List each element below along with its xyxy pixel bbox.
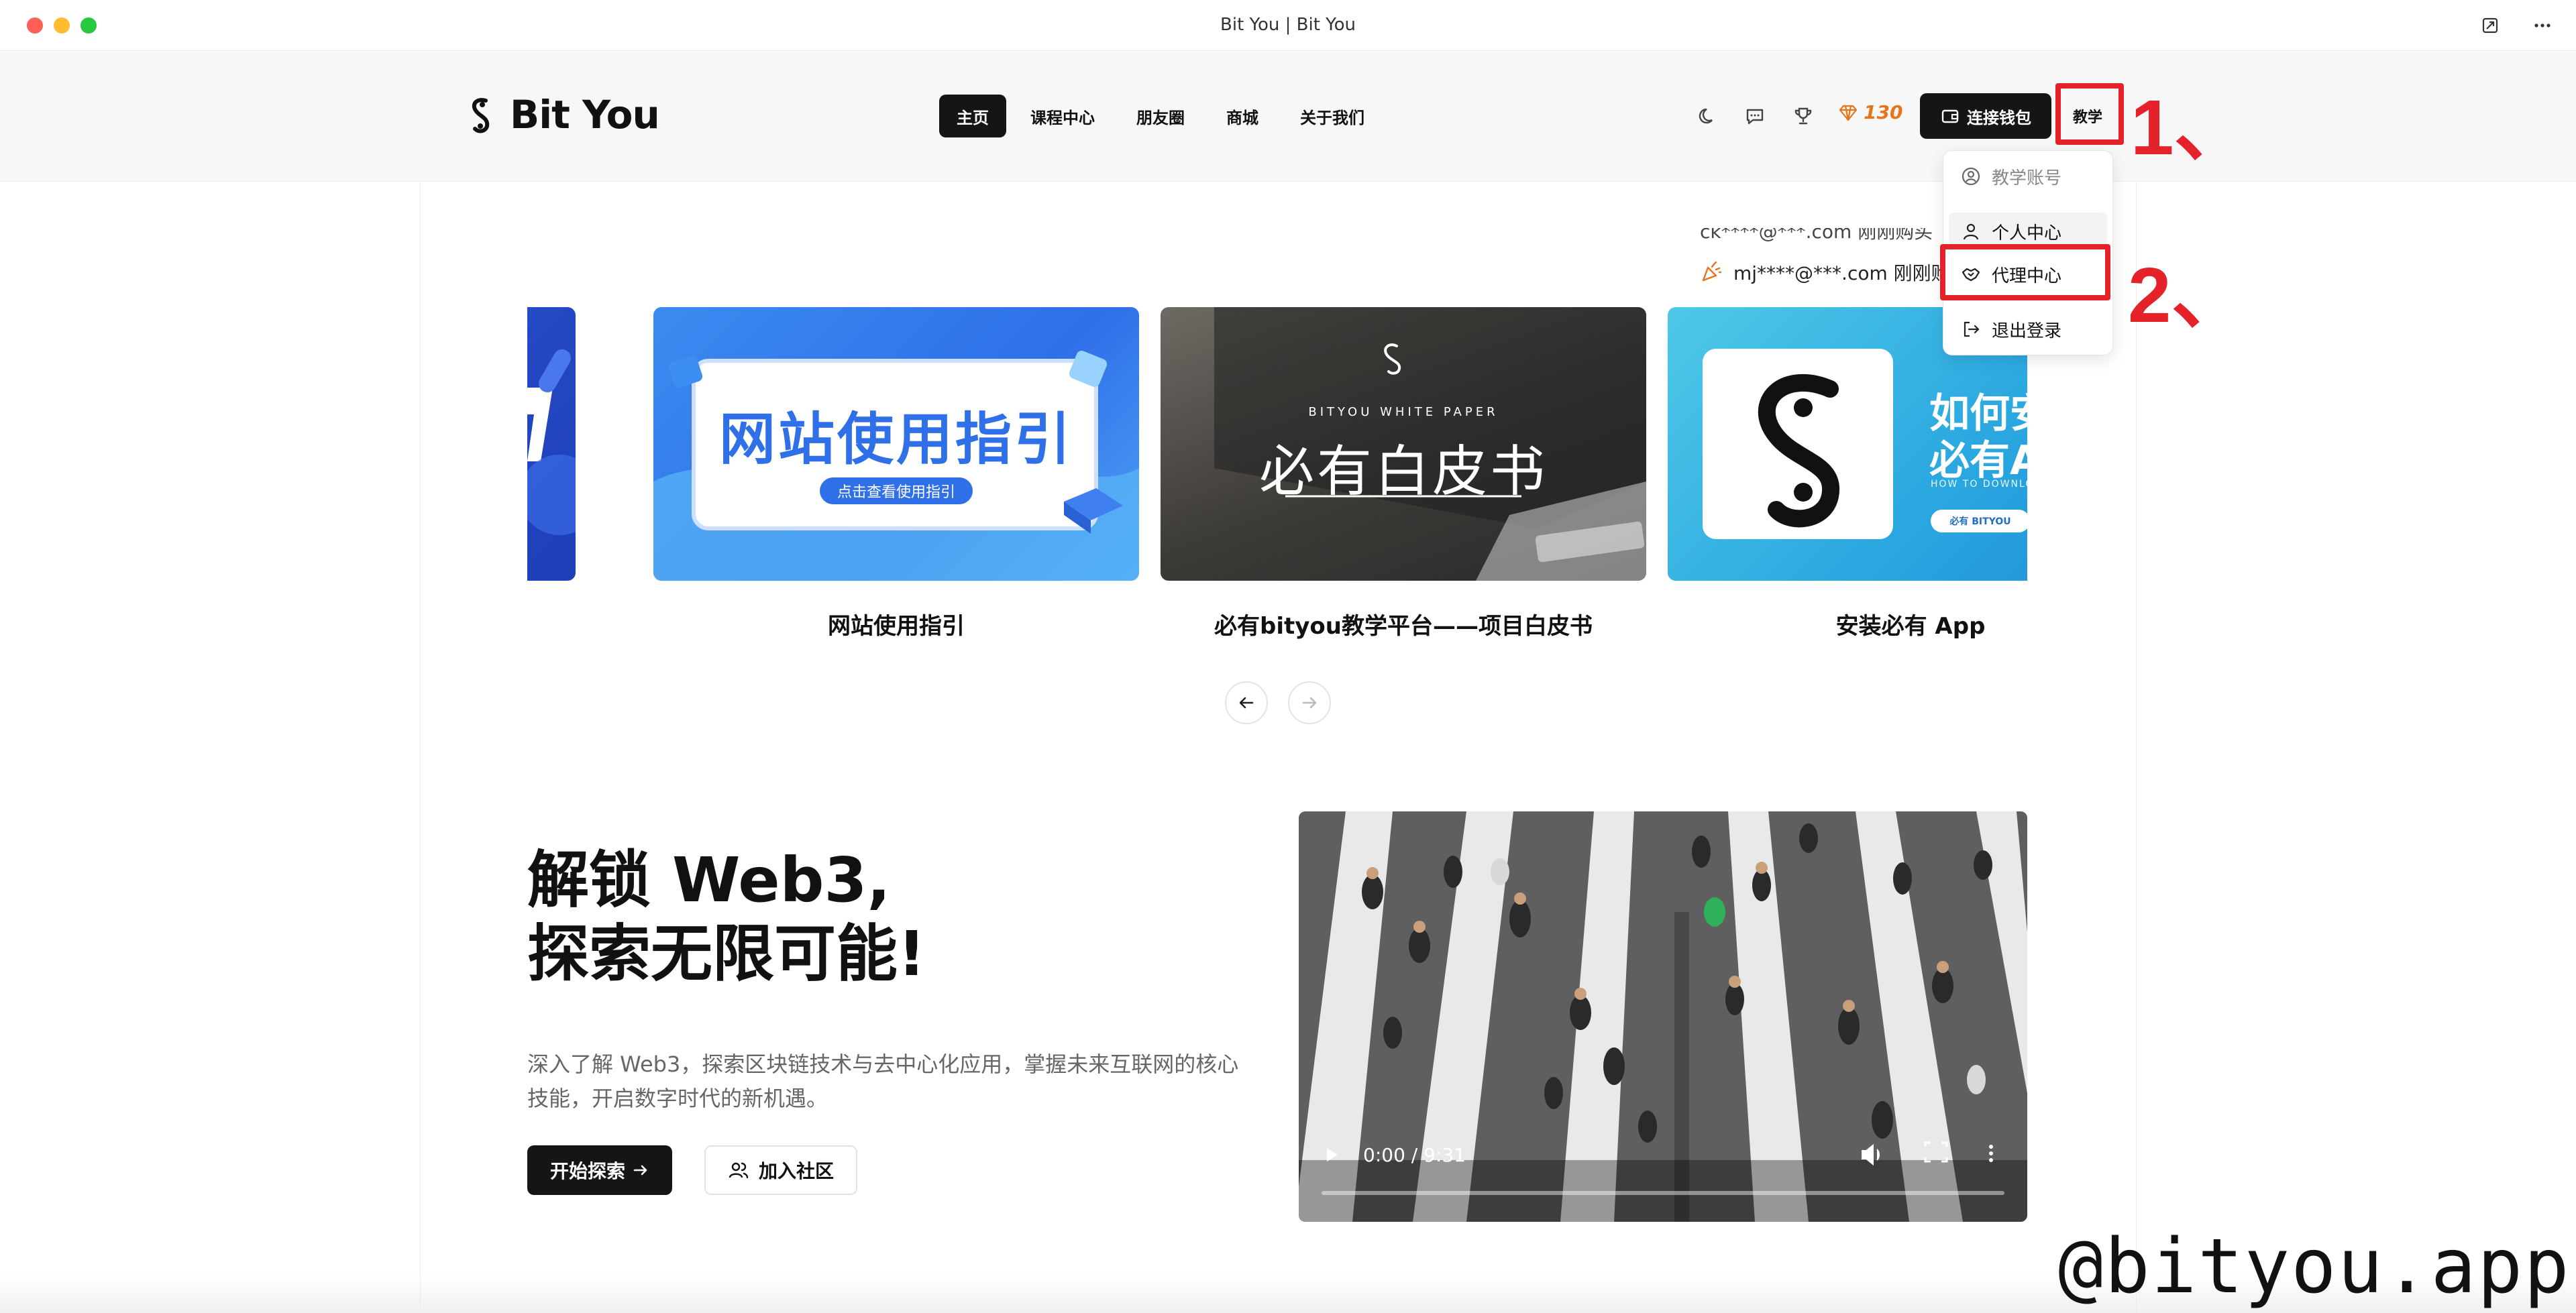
nav-shop[interactable]: 商城 [1209, 95, 1276, 137]
connect-wallet-button[interactable]: 连接钱包 [1920, 93, 2051, 139]
banner-carousel: 网站使用指引 点击查看使用指引 网站使用指引 BITYOU WHITE PAPE… [527, 307, 2027, 656]
arrow-left-icon [1239, 697, 1254, 709]
whitepaper-title: 必有白皮书 [1258, 440, 1548, 504]
annotation-box-1 [2055, 83, 2124, 145]
diamond-icon [1839, 105, 1858, 121]
window-title: Bit You | Bit You [1220, 15, 1356, 35]
install-banner-small: HOW TO DOWNLOAD BITYOU [1931, 479, 2027, 490]
message-icon[interactable] [1737, 99, 1772, 133]
annotation-box-2 [1940, 244, 2110, 300]
window-titlebar: Bit You | Bit You [0, 0, 2576, 51]
dropdown-label-teaching-account: 教学账号 [1992, 168, 2062, 188]
points-balance[interactable]: 130 [1838, 101, 1902, 123]
join-community-label: 加入社区 [758, 1160, 834, 1182]
nav-home[interactable]: 主页 [939, 95, 1006, 137]
app-logo-icon [1758, 374, 1840, 528]
annotation-step-2: 2、 [2128, 251, 2249, 339]
trophy-icon[interactable] [1786, 99, 1821, 133]
user-circle-icon [1962, 167, 1980, 186]
join-community-button[interactable]: 加入社区 [704, 1145, 857, 1195]
connect-wallet-label: 连接钱包 [1967, 108, 2031, 127]
user-icon [1963, 223, 1979, 240]
nav-moments[interactable]: 朋友圈 [1119, 95, 1202, 137]
nav-about[interactable]: 关于我们 [1283, 95, 1382, 137]
party-icon [1702, 261, 1722, 282]
annotation-step-1: 1、 [2131, 84, 2252, 171]
caption-guide: 网站使用指引 [828, 613, 965, 640]
site-logo[interactable]: Bit You [466, 92, 660, 137]
cast-icon[interactable] [2477, 12, 2504, 39]
carousel-card-guide[interactable]: 网站使用指引 点击查看使用指引 [653, 307, 1139, 581]
install-banner-button: 必有 BITYOU [1931, 510, 2027, 532]
carousel-card-partial[interactable] [527, 307, 576, 581]
purchase-ticker: mj****@***.com 刚刚购买 [1700, 259, 1969, 286]
dropdown-item-logout[interactable]: 退出登录 [1949, 310, 2107, 348]
caption-whitepaper: 必有bityou教学平台——项目白皮书 [1214, 613, 1593, 640]
page-border-left [420, 182, 421, 1313]
caption-install: 安装必有 App [1835, 613, 1986, 640]
arrow-right-icon [1302, 697, 1317, 709]
video-time: 0:00 / 9:31 [1363, 1144, 1466, 1166]
whitepaper-brand: BITYOU WHITE PAPER [1308, 405, 1499, 419]
guide-banner-button: 点击查看使用指引 [820, 477, 973, 504]
nav-courses[interactable]: 课程中心 [1013, 95, 1112, 137]
hero-description: 深入了解 Web3，探索区块链技术与去中心化应用，掌握未来互联网的核心技能，开启… [527, 1051, 1239, 1112]
ticker-partial-text: ck****@***.com 刚刚购买 [1700, 228, 1933, 243]
page-border-right [2136, 182, 2137, 1313]
app-logo-tile [1703, 349, 1893, 539]
more-options-icon[interactable] [2529, 12, 2556, 39]
arrow-right-icon [633, 1165, 647, 1176]
main-nav: 主页 课程中心 朋友圈 商城 关于我们 [939, 95, 1382, 137]
carousel-card-whitepaper[interactable]: BITYOU WHITE PAPER 必有白皮书 [1161, 307, 1646, 581]
ticker-text: mj****@***.com 刚刚购买 [1733, 262, 1969, 284]
intro-video-player[interactable]: 0:00 / 9:31 [1299, 811, 2027, 1222]
watermark-text: @bityou.app [2058, 1223, 2571, 1310]
guide-banner-title: 网站使用指引 [718, 406, 1073, 472]
dropdown-item-teaching-account: 教学账号 [1949, 158, 2107, 195]
logout-icon [1964, 321, 1980, 337]
hero-heading: 解锁 Web3, 探索无限可能! [527, 844, 926, 992]
points-value: 130 [1864, 101, 1903, 123]
dropdown-label-logout: 退出登录 [1992, 321, 2062, 341]
logo-text: Bit You [510, 92, 660, 137]
start-explore-label: 开始探索 [549, 1160, 625, 1182]
purchase-ticker-partial: ck****@***.com 刚刚购买 [1700, 228, 1941, 245]
wallet-icon [1941, 109, 1959, 123]
users-icon [729, 1162, 749, 1179]
carousel-next-button[interactable] [1288, 681, 1331, 724]
hero-line-2: 探索无限可能! [527, 918, 926, 990]
install-banner-line2: 必有App [1929, 437, 2027, 484]
carousel-prev-button[interactable] [1225, 681, 1268, 724]
start-explore-button[interactable]: 开始探索 [527, 1145, 672, 1195]
moon-icon[interactable] [1690, 99, 1725, 133]
hero-line-1: 解锁 Web3, [527, 844, 891, 916]
logo-icon [472, 98, 490, 133]
dropdown-label-profile: 个人中心 [1992, 223, 2062, 243]
